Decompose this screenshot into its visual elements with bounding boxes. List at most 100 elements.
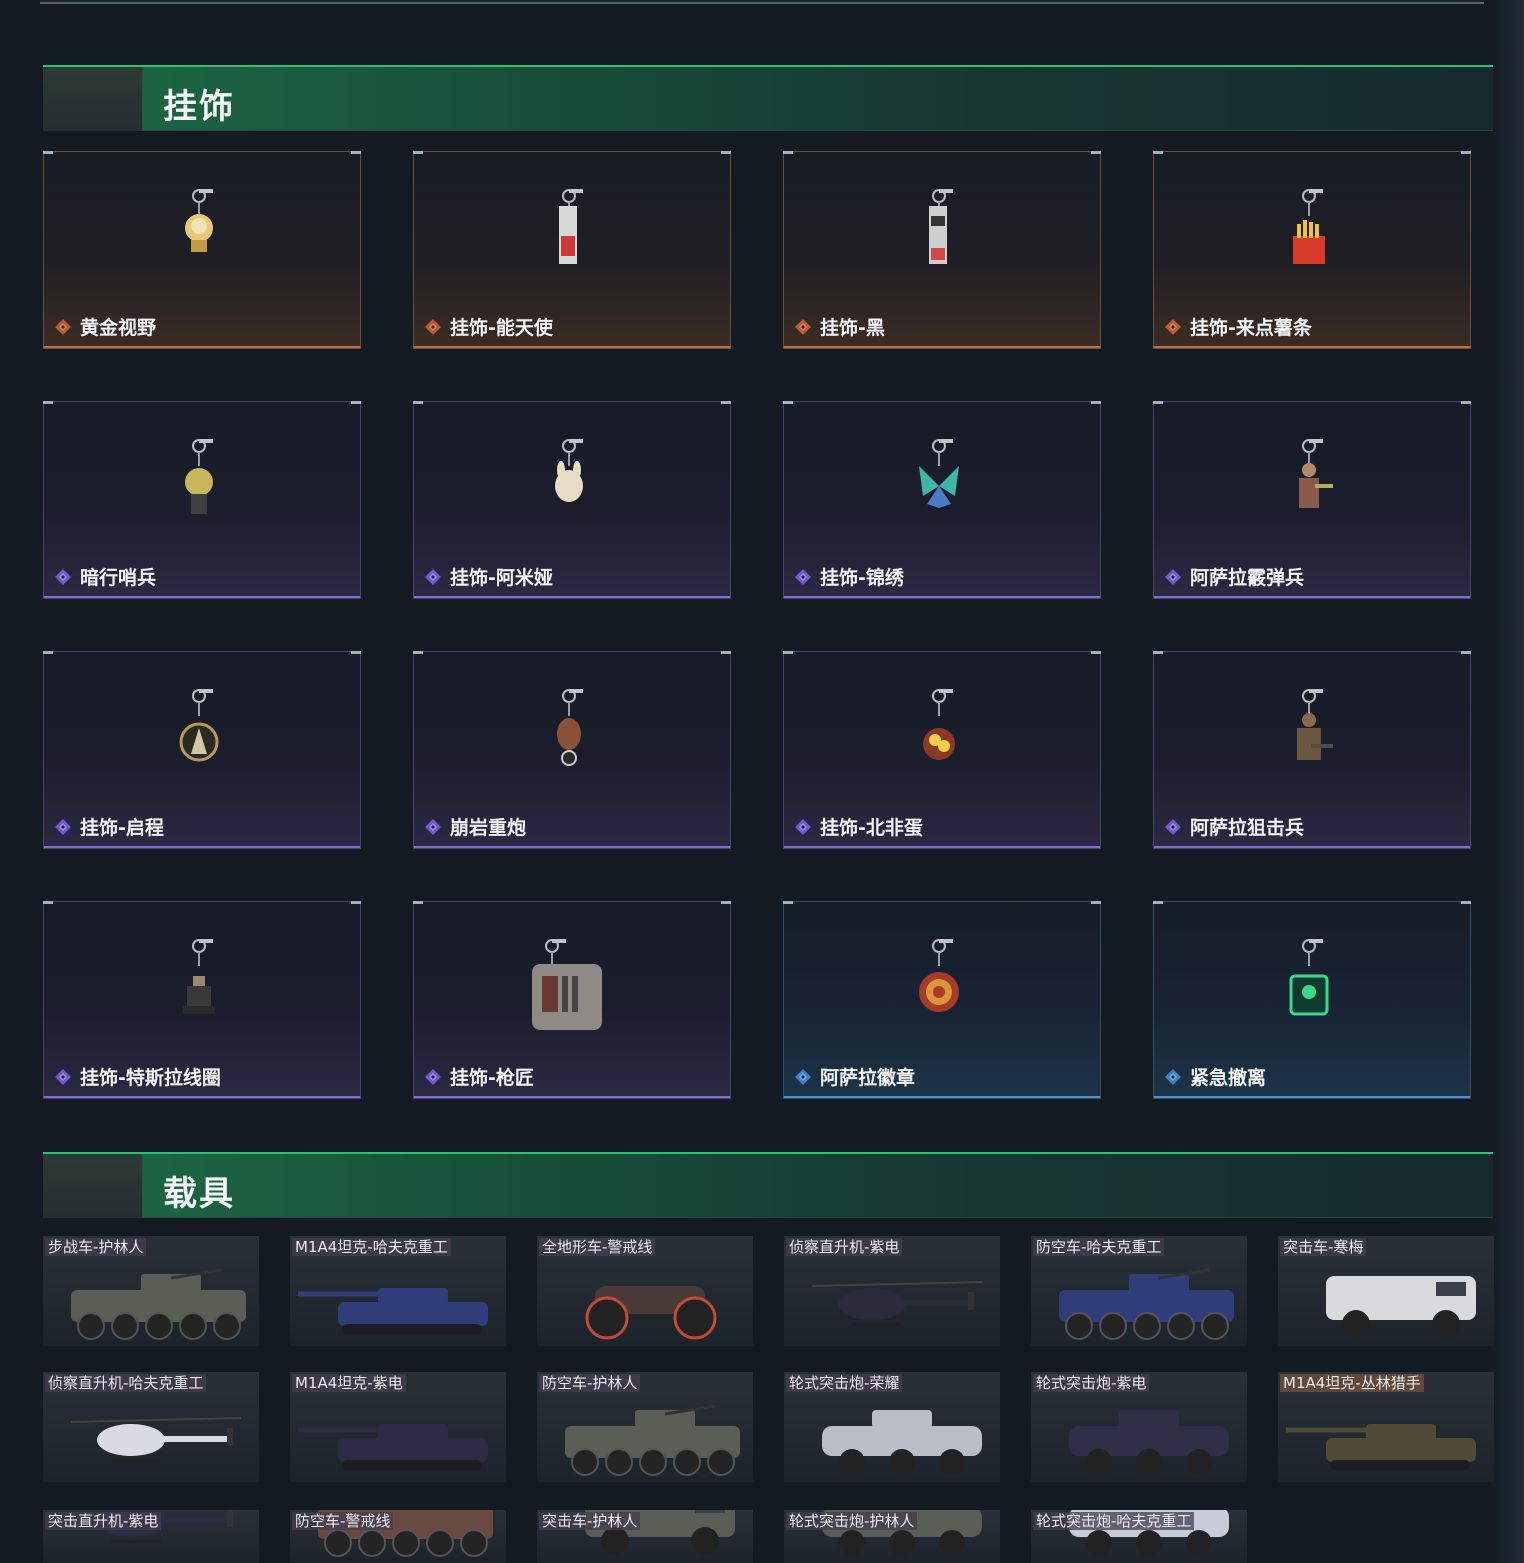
charm-image — [1293, 189, 1325, 264]
rarity-diamond-icon — [55, 819, 71, 835]
card-corner — [43, 151, 53, 154]
charm-label: 阿萨拉霰弹兵 — [1190, 567, 1305, 589]
charm-image — [919, 439, 959, 508]
vehicle-tile[interactable]: 突击车-寒梅 — [1278, 1236, 1494, 1346]
vehicle-tile[interactable]: 突击车-护林人 — [537, 1510, 753, 1563]
card-corner — [1153, 401, 1163, 404]
vehicle-image — [1069, 1410, 1229, 1475]
rarity-diamond-icon — [795, 819, 811, 835]
charm-card[interactable]: 挂饰-黑 — [783, 151, 1101, 349]
charm-card[interactable]: 暗行哨兵 — [43, 401, 361, 599]
vehicle-label: 突击车-寒梅 — [1280, 1238, 1367, 1256]
vehicle-image — [822, 1410, 982, 1475]
vehicle-image — [811, 1281, 983, 1326]
vehicle-tile[interactable]: 突击直升机-紫电 — [43, 1510, 259, 1563]
rarity-diamond-icon — [795, 569, 811, 585]
charm-card[interactable]: 阿萨拉霰弹兵 — [1153, 401, 1471, 599]
charm-card[interactable]: 紧急撤离 — [1153, 901, 1471, 1099]
charm-label: 挂饰-特斯拉线圈 — [80, 1067, 221, 1089]
rarity-diamond-icon — [795, 319, 811, 335]
card-corner — [43, 651, 53, 654]
rarity-diamond-icon — [425, 1069, 441, 1085]
charm-card[interactable]: 挂饰-锦绣 — [783, 401, 1101, 599]
charm-card[interactable]: 挂饰-枪匠 — [413, 901, 731, 1099]
section-title-charms: 挂饰 — [163, 87, 235, 127]
vehicle-tile[interactable]: 侦察直升机-哈夫克重工 — [43, 1372, 259, 1482]
vehicle-tile[interactable]: M1A4坦克-丛林猎手 — [1278, 1372, 1494, 1482]
charm-label: 挂饰-锦绣 — [820, 567, 904, 589]
vehicle-label: 步战车-护林人 — [45, 1238, 147, 1256]
charm-image — [1299, 439, 1333, 508]
vehicle-tile[interactable]: 防空车-护林人 — [537, 1372, 753, 1482]
vehicle-tile[interactable]: M1A4坦克-紫电 — [290, 1372, 506, 1482]
vehicle-image — [298, 1288, 488, 1334]
vehicle-tile[interactable]: 防空车-警戒线 — [290, 1510, 506, 1563]
vehicle-tile[interactable]: 防空车-哈夫克重工 — [1031, 1236, 1247, 1346]
vehicle-tile[interactable]: 步战车-护林人 — [43, 1236, 259, 1346]
card-corner — [351, 901, 361, 904]
charm-card[interactable]: 挂饰-启程 — [43, 651, 361, 849]
vehicle-tile[interactable]: 轮式突击炮-荣耀 — [784, 1372, 1000, 1482]
charm-image — [185, 439, 213, 514]
rarity-diamond-icon — [55, 319, 71, 335]
vehicle-image — [298, 1424, 488, 1470]
card-corner — [1091, 401, 1101, 404]
charm-card[interactable]: 挂饰-来点薯条 — [1153, 151, 1471, 349]
vehicle-label: 侦察直升机-紫电 — [786, 1238, 903, 1256]
charm-card[interactable]: 挂饰-能天使 — [413, 151, 731, 349]
charm-image — [919, 939, 959, 1012]
charm-image — [923, 689, 955, 760]
vehicle-tile[interactable]: 轮式突击炮-哈夫克重工 — [1031, 1510, 1247, 1563]
rarity-diamond-icon — [795, 1069, 811, 1085]
charm-image — [183, 939, 215, 1014]
vehicle-tile[interactable]: 轮式突击炮-紫电 — [1031, 1372, 1247, 1482]
charm-image — [1289, 939, 1329, 1016]
charm-label: 崩岩重炮 — [450, 817, 527, 839]
vehicle-label: 防空车-警戒线 — [292, 1512, 394, 1530]
vehicle-label: 突击车-护林人 — [539, 1512, 641, 1530]
rarity-diamond-icon — [1165, 569, 1181, 585]
vehicle-label: M1A4坦克-哈夫克重工 — [292, 1238, 451, 1256]
vehicle-image — [565, 1404, 740, 1476]
charm-card[interactable]: 挂饰-阿米娅 — [413, 401, 731, 599]
header-tab-block — [43, 1154, 143, 1218]
charm-card[interactable]: 阿萨拉狙击兵 — [1153, 651, 1471, 849]
charm-card[interactable]: 挂饰-特斯拉线圈 — [43, 901, 361, 1099]
card-corner — [351, 651, 361, 654]
charm-label: 黄金视野 — [80, 317, 157, 339]
vehicle-image — [585, 1286, 717, 1340]
card-corner — [1461, 401, 1471, 404]
section-header-vehicles: 载具 — [43, 1152, 1493, 1218]
vehicle-label: 全地形车-警戒线 — [539, 1238, 656, 1256]
vehicle-label: 突击直升机-紫电 — [45, 1512, 162, 1530]
card-corner — [1153, 151, 1163, 154]
vehicle-tile[interactable]: 全地形车-警戒线 — [537, 1236, 753, 1346]
charm-label: 紧急撤离 — [1190, 1067, 1267, 1089]
charm-card[interactable]: 挂饰-北非蛋 — [783, 651, 1101, 849]
charm-label: 挂饰-启程 — [80, 817, 164, 839]
charm-label: 阿萨拉徽章 — [820, 1067, 916, 1089]
charm-label: 阿萨拉狙击兵 — [1190, 817, 1305, 839]
charm-card[interactable]: 黄金视野 — [43, 151, 361, 349]
card-corner — [783, 401, 793, 404]
charm-label: 挂饰-北非蛋 — [820, 817, 923, 839]
rarity-diamond-icon — [425, 819, 441, 835]
vehicle-label: 防空车-哈夫克重工 — [1033, 1238, 1165, 1256]
vehicle-tile[interactable]: M1A4坦克-哈夫克重工 — [290, 1236, 506, 1346]
card-corner — [1091, 651, 1101, 654]
charm-card[interactable]: 阿萨拉徽章 — [783, 901, 1101, 1099]
card-corner — [1461, 651, 1471, 654]
charm-card[interactable]: 崩岩重炮 — [413, 651, 731, 849]
vehicle-tile[interactable]: 侦察直升机-紫电 — [784, 1236, 1000, 1346]
vehicle-image — [71, 1268, 246, 1340]
card-corner — [1153, 651, 1163, 654]
rarity-diamond-icon — [1165, 819, 1181, 835]
card-corner — [783, 651, 793, 654]
card-corner — [1461, 901, 1471, 904]
charm-image — [179, 689, 219, 762]
top-frame — [40, 0, 1484, 4]
vehicle-tile[interactable]: 轮式突击炮-护林人 — [784, 1510, 1000, 1563]
card-corner — [1461, 151, 1471, 154]
card-corner — [351, 151, 361, 154]
header-tab-block — [43, 67, 143, 131]
